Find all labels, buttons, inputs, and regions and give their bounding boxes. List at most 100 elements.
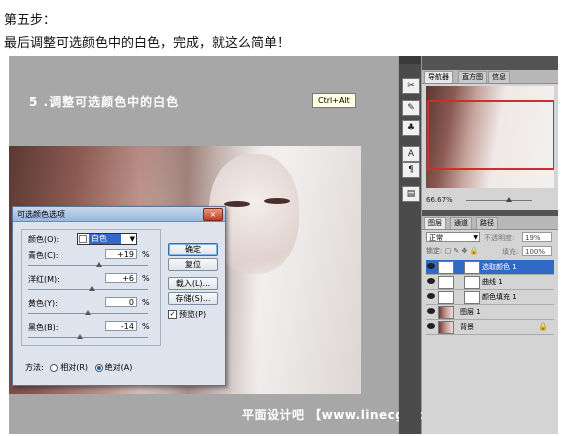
method-label: 方法: <box>25 363 44 372</box>
layer-name: 曲线 1 <box>482 278 503 286</box>
method-row: 方法: 相对(R) 绝对(A) <box>25 362 132 373</box>
close-button[interactable]: × <box>203 208 223 221</box>
photo-eye-left <box>224 201 250 207</box>
layer-mask-thumbnail[interactable] <box>464 261 480 274</box>
adjust-slider-track[interactable] <box>28 334 148 339</box>
slider-thumb[interactable] <box>96 262 103 267</box>
eye-icon[interactable] <box>427 278 435 284</box>
adjust-slider-track[interactable] <box>28 262 148 267</box>
layer-row[interactable]: 曲线 1 <box>426 275 554 290</box>
load-button[interactable]: 载入(L)... <box>168 277 218 290</box>
layer-thumbnail <box>438 321 454 334</box>
layer-thumbnail <box>438 306 454 319</box>
slider-label: 洋红(M): <box>28 275 60 284</box>
percent-unit: % <box>142 322 150 331</box>
lock-row: 锁定: ▢ ✎ ✥ 🔒 <box>426 246 478 256</box>
brush-icon[interactable]: ✎ <box>402 100 420 116</box>
layers-tabs: 图层 通道 路径 <box>422 216 558 230</box>
tab-layers[interactable]: 图层 <box>424 217 446 229</box>
layer-row[interactable]: 选取颜色 1 <box>426 260 554 275</box>
adjust-slider-track[interactable] <box>28 286 148 291</box>
document-canvas[interactable]: 5 .调整可选颜色中的白色 Ctrl+Alt 平面设计吧 【www.linecg… <box>9 56 533 434</box>
layer-name: 选取颜色 1 <box>482 263 517 271</box>
tab-paths[interactable]: 路径 <box>476 217 498 229</box>
save-button[interactable]: 存储(S)... <box>168 292 218 305</box>
colors-label: 颜色(O): <box>28 235 60 244</box>
fill-field[interactable]: 100% <box>522 246 552 256</box>
adjust-slider-track[interactable] <box>28 310 148 315</box>
percent-unit: % <box>142 274 150 283</box>
slider-thumb[interactable] <box>85 310 91 315</box>
color-adjust-group: 颜色(O): 白色 ▼ 青色(C): +19% 洋红(M): +6% 黄色(Y): 0% 黑… <box>21 229 161 346</box>
eye-icon[interactable] <box>427 293 435 299</box>
ok-button[interactable]: 确定 <box>168 243 218 256</box>
layer-row[interactable]: 图层 1 <box>426 305 554 320</box>
slider-label: 青色(C): <box>28 251 59 260</box>
eye-icon[interactable] <box>427 308 435 314</box>
dock-header[interactable] <box>422 56 558 70</box>
layer-thumbnail <box>438 261 454 274</box>
photo-eye-right <box>264 198 290 204</box>
method-absolute-label: 绝对(A) <box>104 363 133 372</box>
slider-value-field[interactable]: 0 <box>105 297 137 307</box>
character-icon[interactable]: A <box>402 146 420 162</box>
layer-mask-thumbnail[interactable] <box>464 276 480 289</box>
opacity-field[interactable]: 19% <box>522 232 552 242</box>
eye-icon[interactable] <box>427 323 435 329</box>
layer-row[interactable]: 背景 🔒 <box>426 320 554 335</box>
tools-icon[interactable]: ✂ <box>402 78 420 94</box>
layer-mask-thumbnail[interactable] <box>464 291 480 304</box>
method-relative-radio[interactable] <box>50 363 59 372</box>
lock-options-icon[interactable]: ▢ ✎ ✥ 🔒 <box>445 247 479 255</box>
navigator-preview[interactable] <box>426 86 554 188</box>
slider-thumb[interactable] <box>76 334 83 339</box>
step-title: 5 .调整可选颜色中的白色 <box>29 95 180 109</box>
photoshop-screenshot: 5 .调整可选颜色中的白色 Ctrl+Alt 平面设计吧 【www.linecg… <box>9 56 558 434</box>
percent-unit: % <box>142 298 150 307</box>
layer-name: 背景 <box>460 323 474 331</box>
navigator-view-frame[interactable] <box>427 100 554 170</box>
blend-mode-select[interactable]: 正常 ▼ <box>426 232 480 242</box>
slider-value-field[interactable]: +6 <box>105 273 137 283</box>
tab-info[interactable]: 信息 <box>488 71 510 83</box>
method-absolute-radio[interactable] <box>94 363 103 372</box>
layer-thumbnail <box>438 276 454 289</box>
colors-select-value: 白色 <box>89 234 121 244</box>
chevron-down-icon: ▼ <box>473 234 478 241</box>
colors-select[interactable]: 白色 ▼ <box>77 233 137 245</box>
tool-strip-handle[interactable] <box>399 56 421 64</box>
lock-label: 锁定: <box>426 247 443 255</box>
tab-navigator[interactable]: 导航器 <box>424 71 453 83</box>
eye-icon[interactable] <box>427 263 435 269</box>
opacity-label: 不透明度: <box>484 234 515 242</box>
percent-unit: % <box>142 250 150 259</box>
method-relative-label: 相对(R) <box>60 363 89 372</box>
layer-comps-icon[interactable]: ▤ <box>402 186 420 202</box>
dialog-titlebar[interactable]: 可选颜色选项 × <box>13 207 225 222</box>
layer-name: 图层 1 <box>460 308 481 316</box>
preview-checkbox[interactable]: ✓ 预览(P) <box>168 309 206 320</box>
paragraph-icon[interactable]: ¶ <box>402 162 420 178</box>
tab-histogram[interactable]: 直方图 <box>458 71 487 83</box>
slider-label: 黑色(B): <box>28 323 59 332</box>
tab-channels[interactable]: 通道 <box>450 217 472 229</box>
navigator-tabs: 导航器 直方图 信息 <box>422 70 558 84</box>
panel-dock: 导航器 直方图 信息 66.67% 图层 通道 路径 正常 ▼ 不透明度: 19… <box>422 56 558 434</box>
slider-thumb[interactable] <box>88 286 95 291</box>
zoom-slider[interactable] <box>466 200 532 201</box>
tool-strip: ✂ ✎ ♣ A ¶ ▤ <box>399 56 421 434</box>
preview-label: 预览(P) <box>179 310 207 319</box>
chevron-down-icon: ▼ <box>129 235 135 243</box>
reset-button[interactable]: 复位 <box>168 258 218 271</box>
slider-value-field[interactable]: -14 <box>105 321 137 331</box>
clone-stamp-icon[interactable]: ♣ <box>402 120 420 136</box>
selective-color-dialog: 可选颜色选项 × 颜色(O): 白色 ▼ 青色(C): +19% 洋红(M): +6%… <box>12 206 226 386</box>
blend-mode-value: 正常 <box>429 234 443 242</box>
checkmark-icon: ✓ <box>168 310 177 319</box>
intro-step-heading: 第五步： <box>4 13 57 28</box>
zoom-slider-thumb[interactable] <box>506 197 512 202</box>
navigator-zoom[interactable]: 66.67% <box>426 196 453 204</box>
layer-row[interactable]: 颜色填充 1 <box>426 290 554 305</box>
intro-description: 最后调整可选颜色中的白色，完成，就这么简单！ <box>4 36 291 51</box>
slider-value-field[interactable]: +19 <box>105 249 137 259</box>
